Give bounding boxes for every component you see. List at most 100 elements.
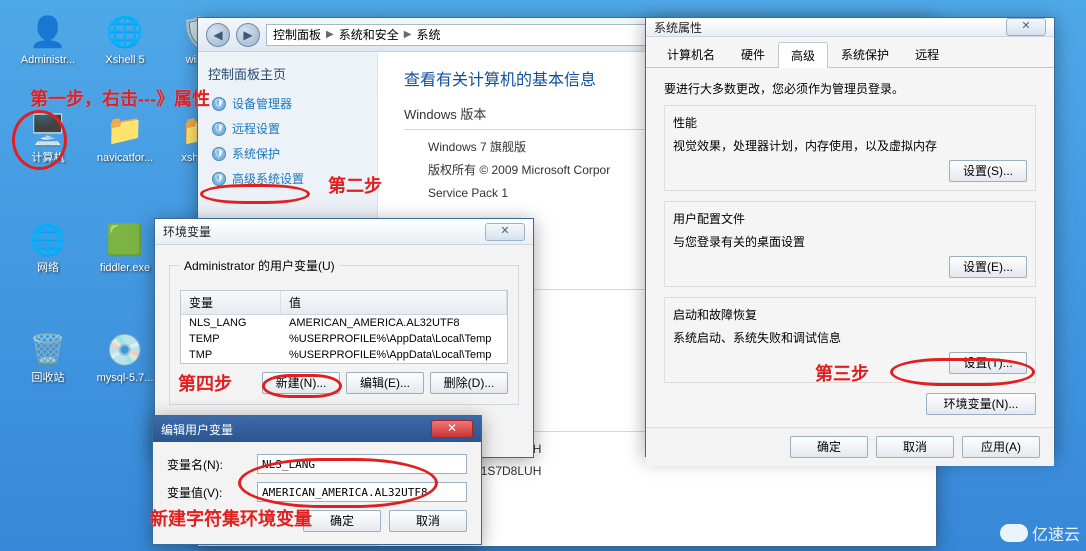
cell: NLS_LANG [181, 315, 281, 331]
admin-note: 要进行大多数更改，您必须作为管理员登录。 [664, 80, 1036, 97]
table-row[interactable]: NLS_LANGAMERICAN_AMERICA.AL32UTF8 [181, 315, 507, 331]
sidebar-device-manager[interactable]: 🛡 设备管理器 [208, 91, 367, 116]
profile-group: 用户配置文件 与您登录有关的桌面设置 设置(E)... [664, 201, 1036, 287]
desktop-icon--[interactable]: 🖥️ 计算机 [18, 110, 78, 164]
system-properties-dialog: 系统属性 ✕ 计算机名 硬件 高级 系统保护 远程 要进行大多数更改，您必须作为… [645, 17, 1055, 457]
startup-settings-button[interactable]: 设置(T)... [949, 352, 1027, 374]
breadcrumb-item[interactable]: 系统和安全 [339, 26, 399, 43]
table-header: 变量 值 [181, 291, 507, 315]
desktop-icon--[interactable]: 🗑️ 回收站 [18, 330, 78, 384]
edit-user-var-button[interactable]: 编辑(E)... [346, 372, 424, 394]
dialog-button-row: 确定 取消 应用(A) [646, 427, 1054, 466]
col-variable: 变量 [181, 291, 281, 314]
profile-settings-button[interactable]: 设置(E)... [949, 256, 1027, 278]
delete-user-var-button[interactable]: 删除(D)... [430, 372, 508, 394]
breadcrumb-item[interactable]: 系统 [416, 26, 440, 43]
watermark: 亿速云 [1000, 521, 1080, 545]
desktop-icon-xshell-5[interactable]: 🌐 Xshell 5 [95, 12, 155, 66]
cell: %USERPROFILE%\AppData\Local\Temp [281, 331, 507, 347]
cancel-button[interactable]: 取消 [876, 436, 954, 458]
app-icon: 🟩 [105, 220, 145, 260]
cancel-button[interactable]: 取消 [389, 510, 467, 532]
cloud-icon [1000, 524, 1028, 542]
titlebar: 系统属性 ✕ [646, 18, 1054, 37]
app-icon: 🖥️ [28, 110, 68, 150]
app-icon: 🌐 [105, 12, 145, 52]
environment-variables-button[interactable]: 环境变量(N)... [926, 393, 1036, 415]
icon-label: 回收站 [18, 372, 78, 384]
titlebar: 编辑用户变量 ✕ [153, 416, 481, 442]
tab-system-protection[interactable]: 系统保护 [828, 41, 902, 67]
watermark-label: 亿速云 [1032, 521, 1080, 545]
desktop-icon-administr-[interactable]: 👤Administr... [18, 12, 78, 66]
col-value: 值 [281, 291, 507, 314]
sidebar-advanced-system-settings[interactable]: 🛡 高级系统设置 [208, 166, 367, 191]
desktop-icon-mysql-5-7-[interactable]: 💿 mysql-5.7... [95, 330, 155, 384]
table-row[interactable]: TEMP%USERPROFILE%\AppData\Local\Temp [181, 331, 507, 347]
shield-icon: 🛡 [212, 122, 226, 136]
perf-settings-button[interactable]: 设置(S)... [949, 160, 1027, 182]
icon-label: 网络 [18, 262, 78, 274]
new-user-var-button[interactable]: 新建(N)... [262, 372, 340, 394]
variable-value-input[interactable] [257, 482, 467, 502]
variable-value-label: 变量值(V): [167, 484, 247, 501]
ok-button[interactable]: 确定 [790, 436, 868, 458]
tab-advanced[interactable]: 高级 [778, 42, 828, 68]
user-variables-group: Administrator 的用户变量(U) 变量 值 NLS_LANGAMER… [169, 257, 519, 405]
icon-label: fiddler.exe [95, 262, 155, 274]
sidebar-item-label: 远程设置 [232, 120, 280, 137]
cell: %USERPROFILE%\AppData\Local\Temp [281, 347, 507, 363]
sidebar-item-label: 系统保护 [232, 145, 280, 162]
app-icon: 📁 [105, 110, 145, 150]
sidebar-system-protection[interactable]: 🛡 系统保护 [208, 141, 367, 166]
dialog-title: 系统属性 [654, 19, 1006, 36]
tab-remote[interactable]: 远程 [902, 41, 952, 67]
user-variables-table[interactable]: 变量 值 NLS_LANGAMERICAN_AMERICA.AL32UTF8 T… [180, 290, 508, 364]
group-legend: Administrator 的用户变量(U) [180, 257, 339, 274]
cell: TEMP [181, 331, 281, 347]
breadcrumb-sep: ▶ [326, 29, 334, 40]
close-button[interactable]: ✕ [485, 223, 525, 241]
app-icon: 🗑️ [28, 330, 68, 370]
close-button[interactable]: ✕ [431, 420, 473, 438]
dialog-title: 环境变量 [163, 223, 485, 240]
group-title: 性能 [673, 114, 1027, 131]
shield-icon: 🛡 [212, 97, 226, 111]
tab-hardware[interactable]: 硬件 [728, 41, 778, 67]
startup-group: 启动和故障恢复 系统启动、系统失败和调试信息 设置(T)... [664, 297, 1036, 383]
nav-back-button[interactable]: ◀ [206, 23, 230, 47]
cell: AMERICAN_AMERICA.AL32UTF8 [281, 315, 507, 331]
group-title: 用户配置文件 [673, 210, 1027, 227]
breadcrumb-item[interactable]: 控制面板 [273, 26, 321, 43]
group-desc: 与您登录有关的桌面设置 [673, 233, 1027, 250]
ok-button[interactable]: 确定 [303, 510, 381, 532]
shield-icon: 🛡 [212, 147, 226, 161]
titlebar: 环境变量 ✕ [155, 219, 533, 245]
variable-name-input[interactable] [257, 454, 467, 474]
icon-label: Xshell 5 [95, 54, 155, 66]
dialog-body: 要进行大多数更改，您必须作为管理员登录。 性能 视觉效果，处理器计划，内存使用，… [646, 68, 1054, 427]
close-button[interactable]: ✕ [1006, 18, 1046, 36]
desktop-icon-fiddler-exe[interactable]: 🟩 fiddler.exe [95, 220, 155, 274]
breadcrumb-sep: ▶ [404, 29, 412, 40]
performance-group: 性能 视觉效果，处理器计划，内存使用，以及虚拟内存 设置(S)... [664, 105, 1036, 191]
cell: TMP [181, 347, 281, 363]
app-icon: 🌐 [28, 220, 68, 260]
tab-strip: 计算机名 硬件 高级 系统保护 远程 [646, 37, 1054, 68]
table-row[interactable]: TMP%USERPROFILE%\AppData\Local\Temp [181, 347, 507, 363]
sidebar-remote-settings[interactable]: 🛡 远程设置 [208, 116, 367, 141]
icon-label: 计算机 [18, 152, 78, 164]
tab-computer-name[interactable]: 计算机名 [654, 41, 728, 67]
sidebar-item-label: 设备管理器 [232, 95, 292, 112]
icon-label: mysql-5.7... [95, 372, 155, 384]
apply-button[interactable]: 应用(A) [962, 436, 1040, 458]
icon-label: navicatfor... [95, 152, 155, 164]
desktop-icon--[interactable]: 🌐 网络 [18, 220, 78, 274]
edit-user-variable-dialog: 编辑用户变量 ✕ 变量名(N): 变量值(V): 确定 取消 [152, 415, 482, 545]
desktop-icon-navicatfor-[interactable]: 📁 navicatfor... [95, 110, 155, 164]
dialog-title: 编辑用户变量 [161, 421, 431, 438]
sidebar-item-label: 高级系统设置 [232, 170, 304, 187]
app-icon: 💿 [105, 330, 145, 370]
shield-icon: 🛡 [212, 172, 226, 186]
nav-forward-button[interactable]: ▶ [236, 23, 260, 47]
